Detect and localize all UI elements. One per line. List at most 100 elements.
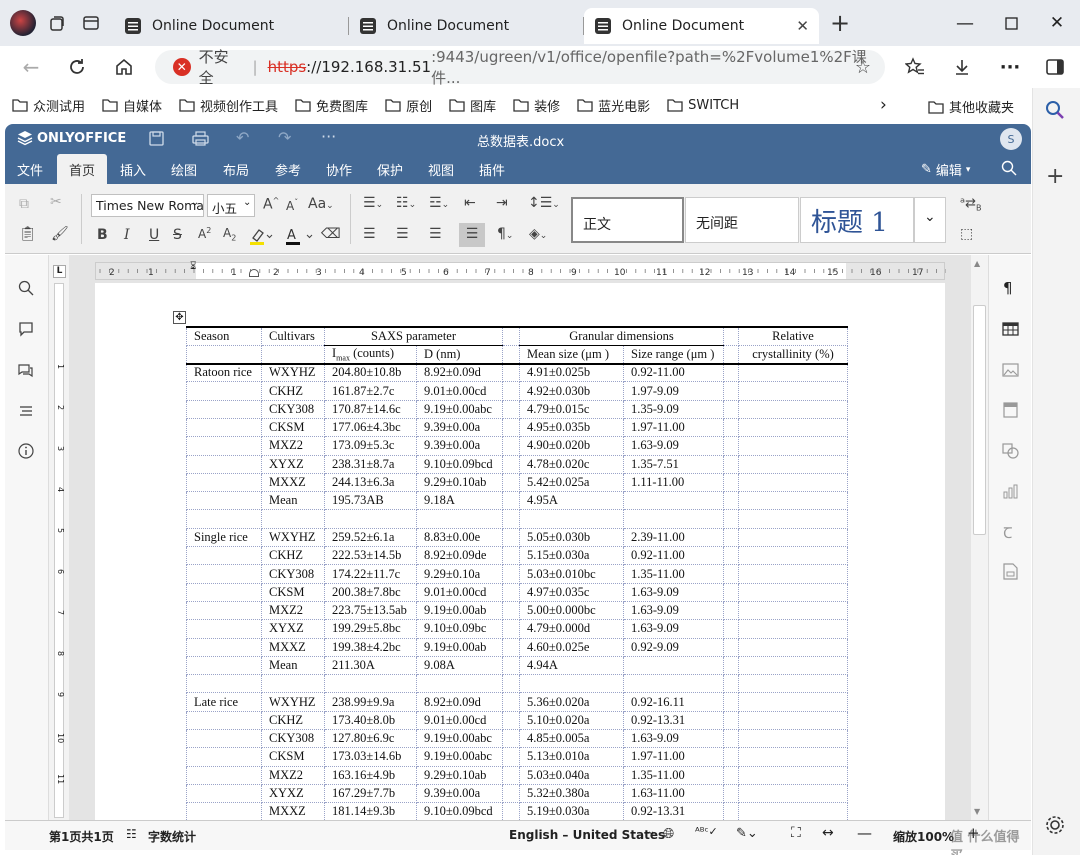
save-icon[interactable] — [149, 131, 164, 146]
table-cell[interactable]: 5.03±0.040a — [519, 765, 624, 785]
table-cell[interactable]: 5.42±0.025a — [519, 472, 624, 493]
table-cell[interactable] — [416, 509, 503, 529]
table-cell[interactable]: 5.05±0.030b — [519, 527, 624, 548]
profile-avatar[interactable] — [6, 6, 40, 40]
back-icon[interactable]: ← — [14, 50, 48, 84]
table-cell[interactable] — [186, 564, 262, 584]
table-cell[interactable] — [186, 619, 262, 639]
table-cell[interactable]: 9.10±0.09bcd — [416, 454, 503, 474]
menu-tab[interactable]: 保护 — [377, 160, 403, 179]
table-cell[interactable]: 4.94A — [519, 655, 624, 676]
minimize-icon[interactable]: — — [942, 6, 988, 40]
table-cell[interactable] — [723, 472, 739, 493]
table-cell[interactable]: CKY308 — [261, 564, 325, 584]
menu-tab[interactable]: 布局 — [223, 160, 249, 179]
table-cell[interactable]: MXXZ — [261, 637, 325, 657]
justify-icon[interactable]: ☰ — [459, 223, 485, 247]
table-cell[interactable]: 223.75±13.5ab — [324, 600, 417, 621]
table-cell[interactable]: 0.92-13.31 — [623, 710, 724, 731]
data-table[interactable]: Season Cultivars SAXS parameter Granular… — [186, 325, 848, 820]
table-cell[interactable]: 4.92±0.030b — [519, 381, 624, 401]
table-cell[interactable]: 9.29±0.10ab — [416, 765, 503, 785]
table-cell[interactable]: 9.19±0.00ab — [416, 637, 503, 657]
table-cell[interactable] — [186, 655, 262, 676]
table-cell[interactable] — [186, 674, 262, 694]
table-cell[interactable]: CKHZ — [261, 546, 325, 566]
multilevel-list-icon[interactable]: ☲⌄ — [429, 195, 449, 211]
document-page[interactable]: ✥ Season Cultivars SAXS parameter Granul… — [95, 283, 945, 820]
table-cell[interactable] — [261, 674, 325, 694]
chart-settings-icon[interactable] — [1002, 483, 1019, 499]
table-cell[interactable] — [623, 491, 724, 511]
scroll-down-icon[interactable]: ▼ — [974, 807, 980, 816]
table-cell[interactable] — [502, 619, 520, 639]
table-cell[interactable] — [502, 710, 520, 731]
table-cell[interactable] — [738, 802, 848, 820]
print-icon[interactable] — [192, 131, 209, 146]
italic-icon[interactable]: I — [124, 227, 130, 243]
zoom-level[interactable]: 缩放100% — [893, 828, 954, 845]
other-bookmarks-folder[interactable]: 其他收藏夹 — [928, 97, 1014, 116]
table-cell[interactable]: WXYHZ — [261, 363, 325, 383]
settings-icon[interactable] — [1044, 814, 1066, 836]
table-cell[interactable] — [723, 399, 739, 419]
table-cell[interactable] — [723, 710, 739, 731]
browser-tab-3[interactable]: Online Document ✕ — [584, 8, 819, 44]
table-cell[interactable] — [186, 399, 262, 419]
table-cell[interactable] — [502, 491, 520, 511]
table-cell[interactable]: 1.63-9.09 — [623, 600, 724, 621]
align-right-icon[interactable]: ☰ — [429, 226, 442, 242]
table-cell[interactable] — [519, 509, 624, 529]
comments-icon[interactable] — [18, 321, 34, 337]
table-cell[interactable]: 204.80±10.8b — [324, 363, 417, 383]
table-cell[interactable] — [502, 509, 520, 529]
table-cell[interactable] — [502, 436, 520, 456]
table-cell[interactable]: 8.92±0.09d — [416, 363, 503, 383]
table-cell[interactable] — [502, 381, 520, 401]
shape-settings-icon[interactable] — [1002, 443, 1019, 459]
table-cell[interactable] — [502, 692, 520, 712]
table-cell[interactable]: MXZ2 — [261, 765, 325, 785]
favorite-star-icon[interactable]: ☆ — [855, 57, 871, 78]
bookmark-folder[interactable]: 装修 — [513, 96, 560, 115]
more-options-icon[interactable]: ··· — [993, 50, 1027, 84]
more-bookmarks-chevron-icon[interactable]: › — [880, 95, 887, 115]
table-cell[interactable] — [502, 417, 520, 438]
table-cell[interactable] — [738, 692, 848, 712]
table-cell[interactable]: 195.73AB — [324, 491, 417, 511]
table-cell[interactable] — [623, 674, 724, 694]
increase-indent-icon[interactable]: ⇥ — [496, 195, 508, 211]
table-cell[interactable]: 127.80±6.9c — [324, 729, 417, 749]
replace-icon[interactable]: ᵃ⇄B — [960, 196, 981, 213]
add-panel-icon[interactable]: + — [1046, 164, 1064, 189]
table-cell[interactable] — [723, 802, 739, 820]
table-cell[interactable] — [723, 509, 739, 529]
table-cell[interactable] — [261, 509, 325, 529]
bookmark-folder[interactable]: 视频创作工具 — [179, 96, 278, 115]
table-cell[interactable]: MXZ2 — [261, 600, 325, 621]
style-no-spacing[interactable]: 无间距 — [685, 197, 799, 243]
paragraph-settings-icon[interactable]: ¶ — [1003, 279, 1013, 297]
edit-mode-dropdown[interactable]: ✎ 编辑 ▾ — [921, 160, 970, 179]
table-cell[interactable]: 173.09±5.3c — [324, 436, 417, 456]
table-cell[interactable]: 1.63-9.09 — [623, 582, 724, 602]
table-cell[interactable]: 9.39±0.00a — [416, 417, 503, 438]
table-cell[interactable] — [502, 546, 520, 566]
table-cell[interactable]: 199.29±5.8bc — [324, 619, 417, 639]
bookmark-folder[interactable]: 蓝光电影 — [577, 96, 650, 115]
table-cell[interactable]: 170.87±14.6c — [324, 399, 417, 419]
menu-tab[interactable]: 文件 — [17, 160, 43, 179]
table-settings-icon[interactable] — [1002, 322, 1019, 336]
language-select[interactable]: English – United States — [509, 828, 665, 842]
table-cell[interactable] — [738, 381, 848, 401]
table-cell[interactable]: CKY308 — [261, 729, 325, 749]
table-cell[interactable]: 1.35-9.09 — [623, 399, 724, 419]
table-cell[interactable] — [186, 600, 262, 621]
table-cell[interactable]: MXZ2 — [261, 436, 325, 456]
numbered-list-icon[interactable]: ☷⌄ — [396, 195, 416, 211]
table-cell[interactable]: 9.10±0.09bcd — [416, 802, 503, 820]
table-cell[interactable]: 8.83±0.00e — [416, 527, 503, 548]
word-count-button[interactable]: 字数统计 — [148, 828, 196, 845]
table-cell[interactable] — [186, 765, 262, 785]
navigation-icon[interactable] — [18, 403, 34, 419]
